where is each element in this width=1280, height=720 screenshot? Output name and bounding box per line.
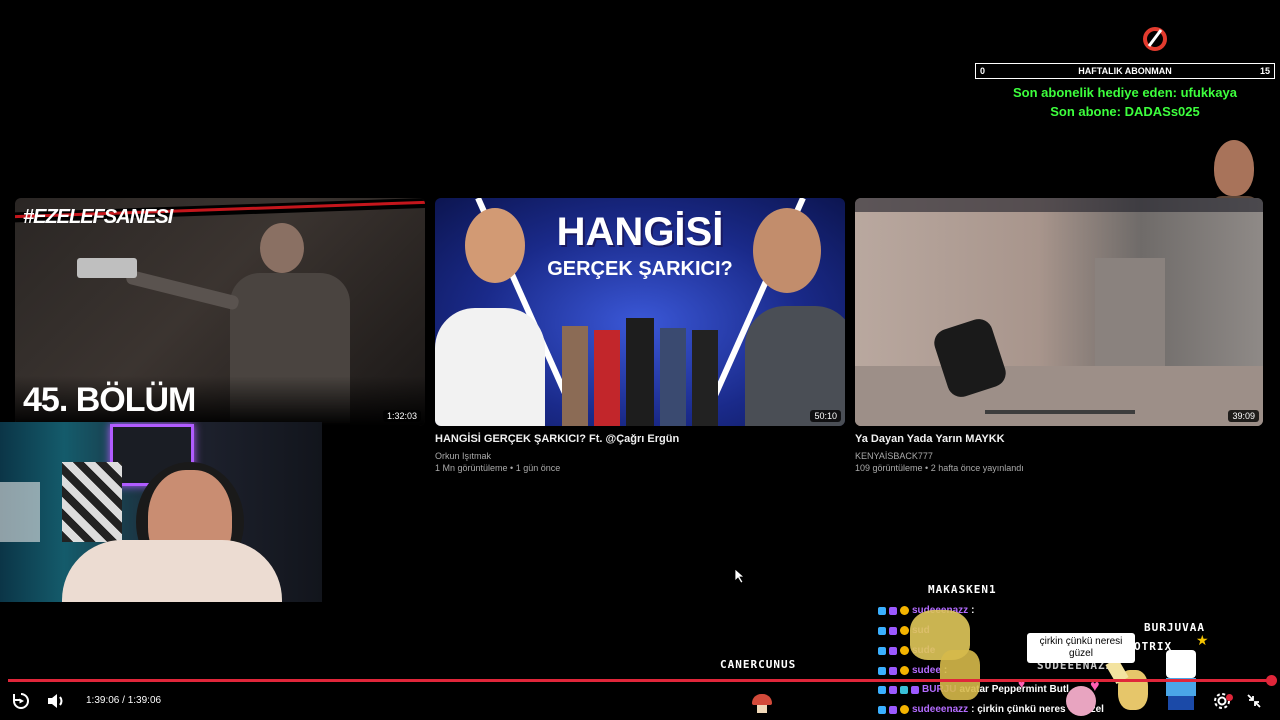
person-right-head (753, 208, 821, 293)
video-duration-3: 39:09 (1228, 410, 1259, 422)
game-hud-bottom (985, 410, 1135, 414)
chat-username: sudeeenazz (912, 704, 969, 715)
chat-badge-icon (889, 705, 897, 714)
streamer-shirt (62, 540, 282, 602)
thumb-hashtag: #EZELEFSANESI (23, 206, 173, 228)
revolver (77, 258, 137, 278)
chat-badge-icon (878, 646, 886, 655)
chat-badge-icon (878, 705, 886, 714)
video-stats-3: 109 görüntüleme • 2 hafta önce yayınland… (855, 463, 1024, 473)
sub-goal-label: HAFTALIK ABONMAN (1078, 66, 1172, 76)
game-floor (855, 366, 1263, 426)
chat-avatar-name-5: CANERCUNUS (720, 658, 797, 671)
progress-scrubber[interactable] (1266, 675, 1277, 686)
sub-goal-current: 0 (980, 66, 986, 76)
person-right-body (745, 306, 845, 426)
chat-avatar-name-1: MAKASKEN1 (928, 583, 997, 596)
video-thumbnail-2[interactable]: HANGİSİ GERÇEK ŞARKICI? 50:10 (435, 198, 845, 426)
star-icon: ★ (1196, 632, 1209, 648)
chat-text: : çirkin çünkü neres (971, 704, 1066, 715)
video-duration-2: 50:10 (810, 410, 841, 422)
chat-badge-icon (878, 606, 886, 615)
sub-goal-target: 15 (1259, 66, 1270, 76)
stream-logo-icon (1143, 27, 1167, 51)
video-stats-2: 1 Mn görüntüleme • 1 gün önce (435, 463, 561, 473)
mushroom-sprite (752, 694, 772, 714)
volume-icon[interactable] (46, 691, 66, 711)
chat-badge-icon (889, 606, 897, 615)
video-thumbnail-1[interactable]: #EZELEFSANESI 45. BÖLÜM 1:32:03 (15, 198, 425, 426)
chat-avatar-sprite (1105, 657, 1155, 715)
streamer-webcam (0, 422, 322, 602)
chat-badge-icon (878, 626, 886, 635)
last-sub-text: Son abone: DADASs025 (1050, 104, 1200, 119)
person-left-head (465, 208, 525, 283)
thumb-episode: 45. BÖLÜM (23, 381, 196, 419)
contestant-group (545, 308, 735, 426)
person-left-body (435, 308, 545, 426)
last-gift-text: Son abonelik hediye eden: ufukkaya (1013, 85, 1237, 100)
video-channel-2[interactable]: Orkun Işıtmak (435, 450, 491, 462)
chat-badge-icon (889, 685, 897, 694)
video-title-3[interactable]: Ya Dayan Yada Yarın MAYKK (855, 433, 1005, 445)
chat-badge-icon (889, 626, 897, 635)
mouse-cursor-icon (735, 569, 745, 583)
chat-badge-icon (889, 646, 897, 655)
replay-icon[interactable] (11, 691, 31, 711)
chat-badge-icon (889, 666, 897, 675)
exit-fullscreen-icon[interactable] (1244, 691, 1264, 711)
actor-head (260, 223, 304, 273)
chat-speech-bubble: çirkin çünkü neresi güzel (1027, 633, 1135, 663)
game-door (1095, 258, 1165, 378)
video-thumbnail-3[interactable]: 39:09 (855, 198, 1263, 426)
chat-avatar-sprite (900, 605, 990, 700)
game-hud-top (855, 198, 1263, 212)
sub-goal-bar: 0 HAFTALIK ABONMAN 15 (975, 63, 1275, 79)
video-duration-1: 1:32:03 (382, 410, 421, 422)
settings-badge (1226, 694, 1233, 701)
video-title-2[interactable]: HANGİSİ GERÇEK ŞARKICI? Ft. @Çağrı Ergün (435, 433, 679, 445)
video-channel-3[interactable]: KENYAİSBACK777 (855, 450, 933, 462)
progress-bar[interactable] (8, 679, 1272, 682)
chat-badge-icon (878, 685, 886, 694)
actor-arm (125, 269, 240, 311)
time-display: 1:39:06 / 1:39:06 (86, 695, 162, 706)
chat-badge-icon (878, 666, 886, 675)
jersey-left (0, 482, 40, 542)
checkered-bag (62, 462, 122, 542)
coin-badge-icon (900, 705, 909, 714)
